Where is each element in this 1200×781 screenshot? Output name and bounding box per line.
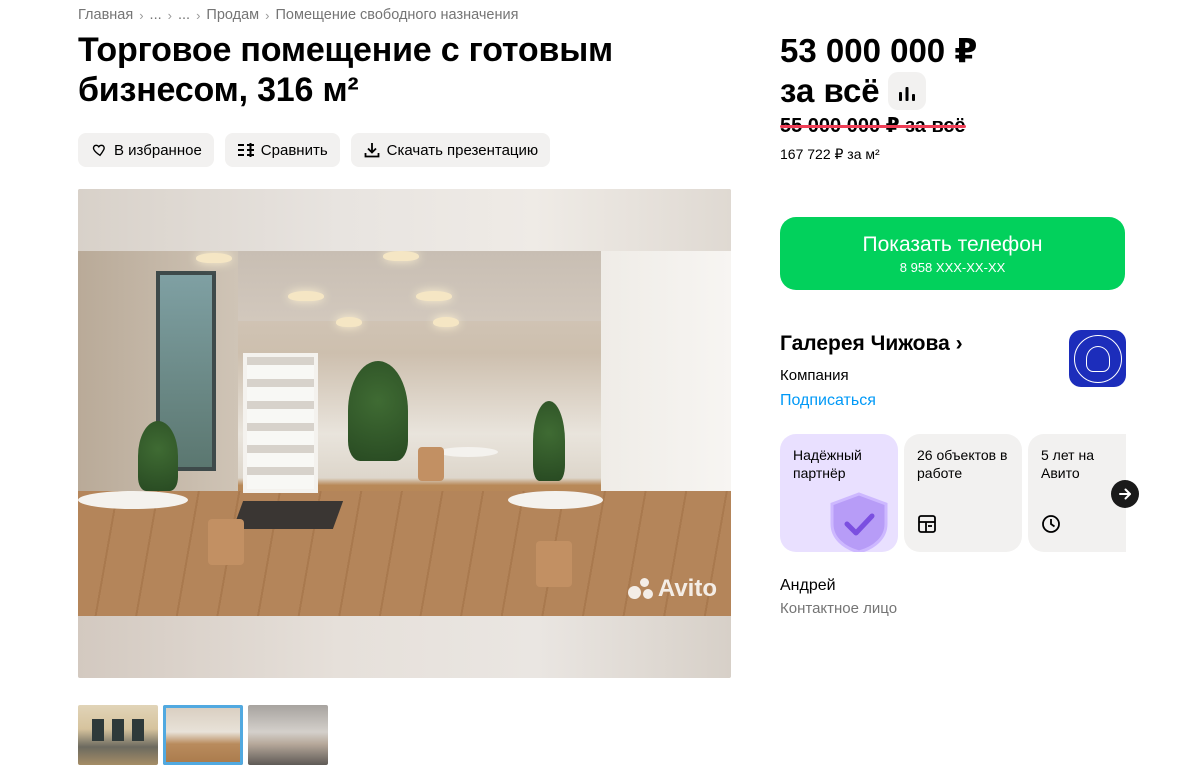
seller-badges-carousel: Надёжный партнёр 26 объектов в работе 5 … (780, 434, 1126, 552)
contact-role: Контактное лицо (780, 600, 898, 617)
price-per-m2: 167 722 ₽ за м² (780, 146, 880, 162)
badge-text: 5 лет на Авито (1041, 447, 1094, 481)
breadcrumb-item-3[interactable]: ... (178, 7, 190, 23)
photo-chair (536, 541, 572, 587)
thumbnail-3[interactable] (248, 705, 328, 765)
chevron-right-icon: › (139, 7, 144, 23)
seller-type: Компания (780, 367, 849, 384)
compare-icon (237, 141, 255, 159)
page-title: Торговое помещение с готовым бизнесом, 3… (78, 31, 613, 109)
photo-lamp (383, 251, 419, 261)
price-history-button[interactable] (887, 71, 926, 111)
photo-table (78, 491, 188, 509)
breadcrumb-item-category[interactable]: Помещение свободного назначения (276, 7, 519, 23)
price-suffix: за всё (780, 72, 880, 109)
photo-gallery[interactable]: Avito (78, 189, 731, 678)
breadcrumb-item-2[interactable]: ... (150, 7, 162, 23)
thumbnail-1[interactable] (78, 705, 158, 765)
heart-icon (90, 141, 108, 159)
photo-lamp (288, 291, 324, 301)
clock-icon (1042, 515, 1060, 533)
photo-plant (138, 421, 178, 491)
photo-chair (418, 447, 444, 481)
badge-text: 26 объектов в работе (917, 447, 1008, 481)
listing-actions: В избранное Сравнить Скачать презентацию (78, 133, 551, 167)
arrow-right-icon (1119, 488, 1131, 500)
thumbnail-strip (78, 705, 328, 765)
shield-check-icon (830, 492, 888, 552)
thumbnail-2-selected[interactable] (163, 705, 243, 765)
badge-objects[interactable]: 26 объектов в работе (904, 434, 1022, 552)
breadcrumb-item-home[interactable]: Главная (78, 7, 133, 23)
avito-logo-icon (627, 578, 654, 600)
contact-name: Андрей (780, 577, 836, 594)
photo-blur-background (78, 189, 731, 251)
listing-icon (918, 515, 936, 533)
photo-rug (232, 501, 344, 529)
photo-plant (533, 401, 565, 481)
download-presentation-button[interactable]: Скачать презентацию (350, 133, 551, 167)
bar-chart-icon (898, 71, 916, 111)
show-phone-label: Показать телефон (862, 233, 1043, 256)
download-label: Скачать презентацию (386, 141, 539, 159)
chevron-right-icon: › (167, 7, 172, 23)
photo-table (508, 491, 603, 509)
main-photo[interactable]: Avito (78, 251, 731, 617)
photo-shelf (243, 353, 318, 493)
photo-plant (348, 361, 408, 461)
seller-name-link[interactable]: Галерея Чижова › (780, 332, 963, 356)
photo-lamp (433, 317, 459, 327)
carousel-next-button[interactable] (1111, 480, 1139, 508)
avito-watermark-text: Avito (657, 575, 717, 602)
masked-phone: 8 958 XXX-XX-XX (899, 260, 1006, 275)
old-price: 55 000 000 ₽ за всё (780, 114, 966, 138)
price-suffix-row: за всё (780, 71, 926, 111)
seller-logo-emblem-icon (1073, 334, 1122, 383)
photo-blur-background (78, 616, 731, 678)
badge-reliable-partner[interactable]: Надёжный партнёр (780, 434, 898, 552)
breadcrumb-item-sell[interactable]: Продам (206, 7, 259, 23)
favorite-button[interactable]: В избранное (78, 133, 214, 167)
price-value: 53 000 000 ₽ (780, 32, 978, 69)
photo-lamp (196, 253, 232, 263)
photo-lamp (336, 317, 362, 327)
photo-chair (208, 519, 244, 565)
compare-button[interactable]: Сравнить (224, 133, 340, 167)
photo-table (438, 447, 498, 457)
seller-logo[interactable] (1069, 330, 1126, 387)
strikethrough-line (780, 125, 966, 128)
chevron-right-icon: › (265, 7, 270, 23)
show-phone-button[interactable]: Показать телефон 8 958 XXX-XX-XX (780, 217, 1125, 290)
favorite-label: В избранное (114, 141, 202, 159)
photo-lamp (416, 291, 452, 301)
compare-label: Сравнить (260, 141, 328, 159)
download-icon (363, 141, 381, 159)
chevron-right-icon: › (196, 7, 201, 23)
subscribe-link[interactable]: Подписаться (780, 392, 876, 410)
breadcrumb: Главная › ... › ... › Продам › Помещение… (78, 7, 518, 23)
badge-text: Надёжный партнёр (793, 447, 862, 481)
avito-watermark: Avito (627, 575, 717, 603)
